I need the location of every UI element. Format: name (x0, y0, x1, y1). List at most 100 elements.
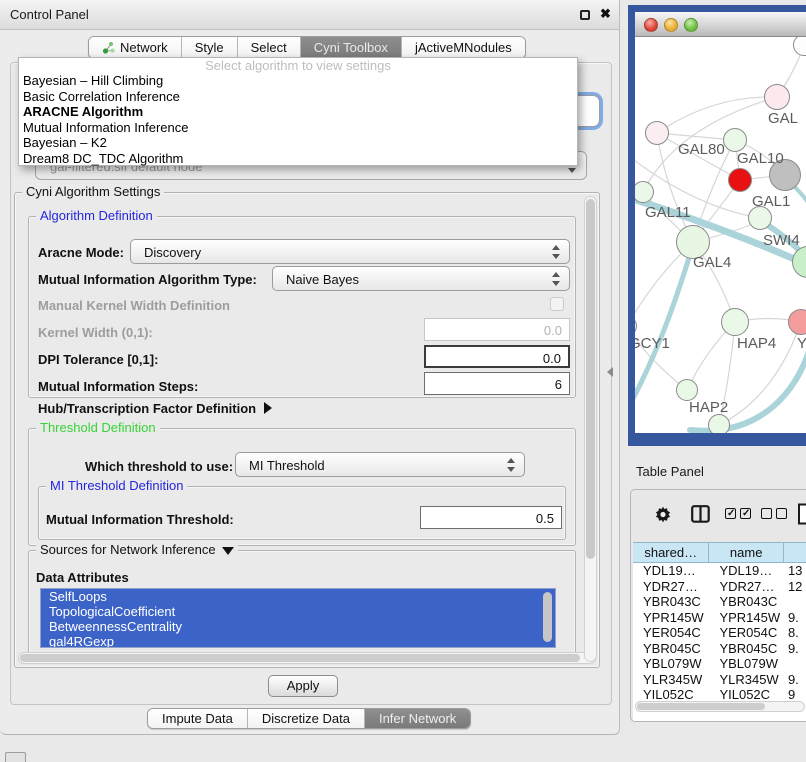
node-label: HAP4 (737, 335, 776, 352)
table-cell: YER054C (709, 625, 784, 641)
tab-cyni-toolbox[interactable]: Cyni Toolbox (301, 37, 402, 58)
network-node[interactable] (723, 128, 747, 152)
network-node[interactable] (764, 84, 790, 110)
network-canvas[interactable]: GALGAL80GAL10GAL1GAL11SWI4GAL4GCY1HAP4YH… (635, 37, 806, 433)
node-table: shared…name YDL19…YDL19…13YDR27…YDR27…12… (633, 542, 806, 721)
tab-infer-network[interactable]: Infer Network (365, 709, 470, 728)
which-threshold-label: Which threshold to use: (85, 459, 233, 474)
screen: Control Panel ✖ NetworkStyle Select Cyni T… (0, 0, 806, 762)
mi-steps-field[interactable]: 6 (424, 372, 570, 395)
tab-jactivemnodules[interactable]: jActiveMNodules (402, 37, 525, 58)
kernel-width-value: 0.0 (544, 323, 562, 338)
zoom-traffic-light-icon[interactable] (684, 18, 698, 32)
attribute-list-item[interactable]: SelfLoops (41, 589, 555, 604)
dropdown-item[interactable]: Bayesian – K2 (19, 135, 577, 151)
collapsed-panel-icon[interactable] (5, 752, 26, 762)
table-cell: YPR145W (709, 610, 784, 626)
combo-stepper-icon (552, 271, 561, 287)
network-node[interactable] (721, 308, 749, 336)
node-label: Y (797, 335, 806, 352)
mi-steps-value: 6 (555, 377, 562, 392)
attribute-list-item[interactable]: TopologicalCoefficient (41, 604, 555, 619)
attribute-list-item[interactable]: BetweennessCentrality (41, 619, 555, 634)
table-row[interactable]: YBL079WYBL079W (633, 656, 806, 672)
minimize-traffic-light-icon[interactable] (664, 18, 678, 32)
table-hscrollbar[interactable] (635, 701, 805, 712)
network-node[interactable] (676, 379, 698, 401)
select-all-checkboxes-icon[interactable]: ✓✓ (725, 507, 751, 522)
node-label: GAL11 (645, 204, 691, 221)
deselect-all-checkboxes-icon[interactable] (761, 507, 787, 522)
column-header[interactable]: shared… (633, 543, 709, 562)
column-header[interactable]: name (709, 543, 783, 562)
settings-vscrollbar[interactable] (584, 196, 597, 662)
table-cell: YLR345W (633, 672, 709, 688)
threshold-definition-title: Threshold Definition (36, 421, 160, 435)
table-cell: YBL079W (709, 656, 784, 672)
hub-definition-toggle[interactable]: Hub/Transcription Factor Definition (38, 401, 272, 416)
mi-type-label: Mutual Information Algorithm Type: (38, 272, 257, 287)
algorithm-definition-title: Algorithm Definition (36, 209, 157, 223)
close-traffic-light-icon[interactable] (644, 18, 658, 32)
dropdown-item[interactable]: Mutual Information Inference (19, 120, 577, 136)
dpi-tolerance-field[interactable]: 0.0 (424, 345, 570, 368)
tab-label: Select (251, 40, 287, 55)
table-row[interactable]: YDL19…YDL19…13 (633, 563, 806, 579)
column-header[interactable] (784, 543, 806, 562)
table-cell: 8. (784, 625, 806, 641)
table-row[interactable]: YBR045CYBR045C9. (633, 641, 806, 657)
aracne-mode-combo[interactable]: Discovery (130, 239, 570, 264)
dropdown-item[interactable]: ARACNE Algorithm (19, 104, 577, 120)
tab-discretize-data[interactable]: Discretize Data (248, 709, 365, 728)
apply-button[interactable]: Apply (268, 675, 338, 697)
which-threshold-combo[interactable]: MI Threshold (235, 452, 525, 477)
table-row[interactable]: YBR043CYBR043C (633, 594, 806, 610)
gear-icon[interactable] (653, 504, 673, 527)
splitter-arrow-icon[interactable] (607, 367, 613, 377)
algorithm-dropdown-hint: Select algorithm to view settings (19, 58, 577, 73)
settings-hscrollbar[interactable] (18, 652, 596, 664)
manual-kernel-checkbox[interactable] (550, 297, 564, 311)
table-cell (784, 656, 806, 672)
dropdown-item[interactable]: Basic Correlation Inference (19, 89, 577, 105)
tab-impute-data[interactable]: Impute Data (148, 709, 248, 728)
network-node[interactable] (728, 168, 752, 192)
node-label: GAL (768, 110, 798, 127)
tab-style[interactable]: Style (182, 37, 238, 58)
sources-group-title[interactable]: Sources for Network Inference (36, 543, 238, 557)
dpi-tolerance-label: DPI Tolerance [0,1]: (38, 352, 158, 367)
network-icon (102, 41, 115, 55)
network-node[interactable] (708, 414, 730, 433)
node-label: GAL4 (693, 254, 731, 271)
mi-threshold-field[interactable]: 0.5 (420, 506, 562, 529)
table-row[interactable]: YPR145WYPR145W9. (633, 610, 806, 626)
tab-select[interactable]: Select (238, 37, 301, 58)
close-icon[interactable]: ✖ (600, 6, 611, 22)
table-row[interactable]: YDR27…YDR27…12 (633, 579, 806, 595)
control-panel-titlebar: Control Panel ✖ (0, 0, 619, 30)
table-cell: YBR043C (633, 594, 709, 610)
dropdown-item[interactable]: Bayesian – Hill Climbing (19, 73, 577, 89)
table-panel-title: Table Panel (636, 464, 704, 479)
network-window-titlebar (635, 12, 806, 37)
mi-threshold-group-title: MI Threshold Definition (46, 479, 187, 493)
data-attributes-list[interactable]: SelfLoopsTopologicalCoefficientBetweenne… (40, 588, 556, 648)
table-row[interactable]: YLR345WYLR345W9. (633, 672, 806, 688)
node-label: GAL80 (678, 141, 725, 158)
table-cell: YBR045C (709, 641, 784, 657)
attribute-list-item[interactable]: gal4RGexp (41, 634, 555, 648)
float-panel-icon[interactable] (580, 10, 590, 20)
node-label: HAP2 (689, 399, 728, 416)
new-document-icon[interactable] (797, 503, 806, 528)
table-row[interactable]: YER054CYER054C8. (633, 625, 806, 641)
tab-network[interactable]: Network (89, 37, 182, 58)
mi-type-combo[interactable]: Naive Bayes (272, 266, 570, 291)
list-scrollbar-thumb[interactable] (543, 592, 552, 642)
kernel-width-field[interactable]: 0.0 (424, 318, 570, 341)
table-cell: YLR345W (709, 672, 784, 688)
split-columns-icon[interactable] (691, 505, 710, 526)
combo-stepper-icon (552, 244, 561, 260)
mi-threshold-value: 0.5 (536, 511, 554, 526)
network-node[interactable] (645, 121, 669, 145)
dropdown-item[interactable]: Dream8 DC_TDC Algorithm (19, 151, 577, 167)
